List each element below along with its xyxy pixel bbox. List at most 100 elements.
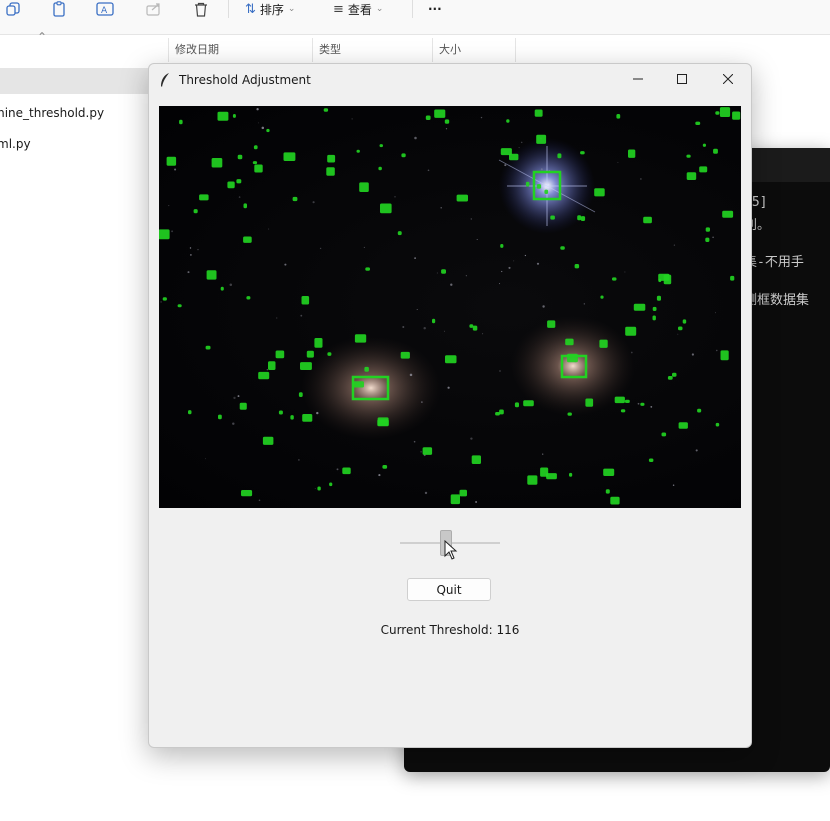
faint-star [542, 305, 545, 308]
toolbar-separator [412, 0, 413, 18]
faint-star [672, 484, 675, 487]
faint-star [378, 474, 381, 477]
detection-marker [211, 158, 223, 168]
faint-star [300, 314, 303, 317]
detection-marker [628, 149, 636, 158]
detection-marker [523, 400, 534, 407]
detection-marker [720, 350, 729, 361]
detection-marker [239, 402, 247, 410]
detection-marker [525, 181, 530, 187]
paste-icon[interactable] [48, 0, 70, 18]
faint-star [312, 201, 315, 204]
detection-marker [658, 278, 662, 283]
sort-button[interactable]: ⇅ 排序 ⌄ [245, 0, 295, 18]
quit-button[interactable]: Quit [407, 578, 491, 601]
faint-star [470, 437, 473, 440]
detection-marker [444, 119, 450, 124]
window-titlebar[interactable]: Threshold Adjustment [149, 64, 751, 96]
faint-star [238, 196, 241, 198]
detection-marker [648, 458, 654, 462]
faint-star [501, 270, 503, 273]
detection-marker [599, 339, 608, 348]
faint-star [168, 205, 170, 207]
chevron-down-icon: ⌄ [375, 4, 384, 14]
detection-marker [314, 338, 323, 348]
svg-text:A: A [101, 6, 108, 16]
chevron-down-icon: ⌄ [287, 4, 296, 14]
detection-marker [179, 119, 183, 125]
detection-marker [218, 414, 222, 420]
detection-marker [616, 114, 621, 119]
faint-star [258, 122, 259, 124]
minimize-icon [633, 78, 643, 80]
faint-star [414, 257, 416, 259]
detection-marker [547, 320, 556, 328]
detection-marker [258, 371, 270, 380]
detection-marker [534, 109, 543, 117]
copy-icon[interactable] [2, 0, 24, 18]
faint-star [677, 333, 679, 335]
faint-star [520, 141, 523, 144]
detection-marker [667, 376, 673, 380]
detection-marker [400, 351, 410, 359]
faint-star [424, 491, 428, 495]
faint-star [444, 330, 445, 332]
detection-marker [544, 189, 549, 194]
close-button[interactable] [705, 64, 751, 94]
detection-marker [620, 409, 626, 413]
faint-star [630, 351, 633, 354]
detection-marker [365, 267, 370, 271]
faint-star [268, 228, 270, 230]
column-header-modified[interactable]: 修改日期 [168, 38, 315, 62]
detection-marker [656, 295, 661, 301]
faint-star [190, 254, 192, 256]
detection-image [159, 106, 741, 508]
faint-star [695, 449, 698, 452]
rename-icon[interactable]: A [94, 0, 116, 18]
star-field-canvas [159, 107, 741, 505]
faint-star [583, 303, 585, 305]
detection-marker [177, 304, 182, 308]
detection-marker [499, 409, 504, 415]
faint-star [712, 236, 714, 239]
view-button[interactable]: ≡ 查看 ⌄ [333, 0, 383, 18]
faint-star [363, 246, 365, 248]
share-icon[interactable] [143, 0, 165, 18]
faint-star [316, 411, 319, 415]
detection-marker [625, 326, 637, 336]
detection-marker [298, 392, 303, 397]
detection-marker [536, 134, 547, 144]
column-header-size[interactable]: 大小 [432, 38, 516, 62]
detection-marker [379, 144, 383, 148]
detection-marker [500, 244, 504, 248]
detection-marker [702, 143, 706, 147]
detection-marker [206, 270, 217, 280]
detection-marker [678, 326, 683, 331]
detection-marker [268, 361, 276, 370]
detection-marker [232, 114, 236, 118]
detection-marker [199, 194, 209, 201]
file-item-threshold[interactable]: mine_threshold.py [0, 106, 104, 120]
explorer-toolbar: A ⇅ 排序 ⌄ ≡ 查看 ⌄ ··· [0, 0, 830, 35]
detection-marker [422, 447, 433, 455]
faint-star [673, 244, 676, 246]
more-options-button[interactable]: ··· [428, 0, 442, 18]
column-header-type[interactable]: 类型 [312, 38, 437, 62]
detection-marker [237, 154, 243, 160]
minimize-button[interactable] [615, 64, 661, 94]
file-item-ml[interactable]: ml.py [0, 137, 31, 151]
detection-marker [722, 210, 734, 218]
detection-marker [246, 296, 251, 300]
maximize-button[interactable] [659, 64, 705, 94]
view-icon: ≡ [333, 1, 344, 17]
current-threshold-label: Current Threshold: 116 [380, 623, 520, 637]
faint-star [421, 401, 423, 403]
faint-star [480, 116, 483, 119]
selected-row[interactable] [0, 68, 150, 94]
terminal-line: 集-不用手 [744, 255, 804, 270]
delete-icon[interactable] [190, 0, 212, 18]
faint-star [237, 395, 240, 398]
faint-star [508, 266, 511, 269]
detection-marker [652, 315, 656, 321]
faint-star [650, 405, 653, 408]
